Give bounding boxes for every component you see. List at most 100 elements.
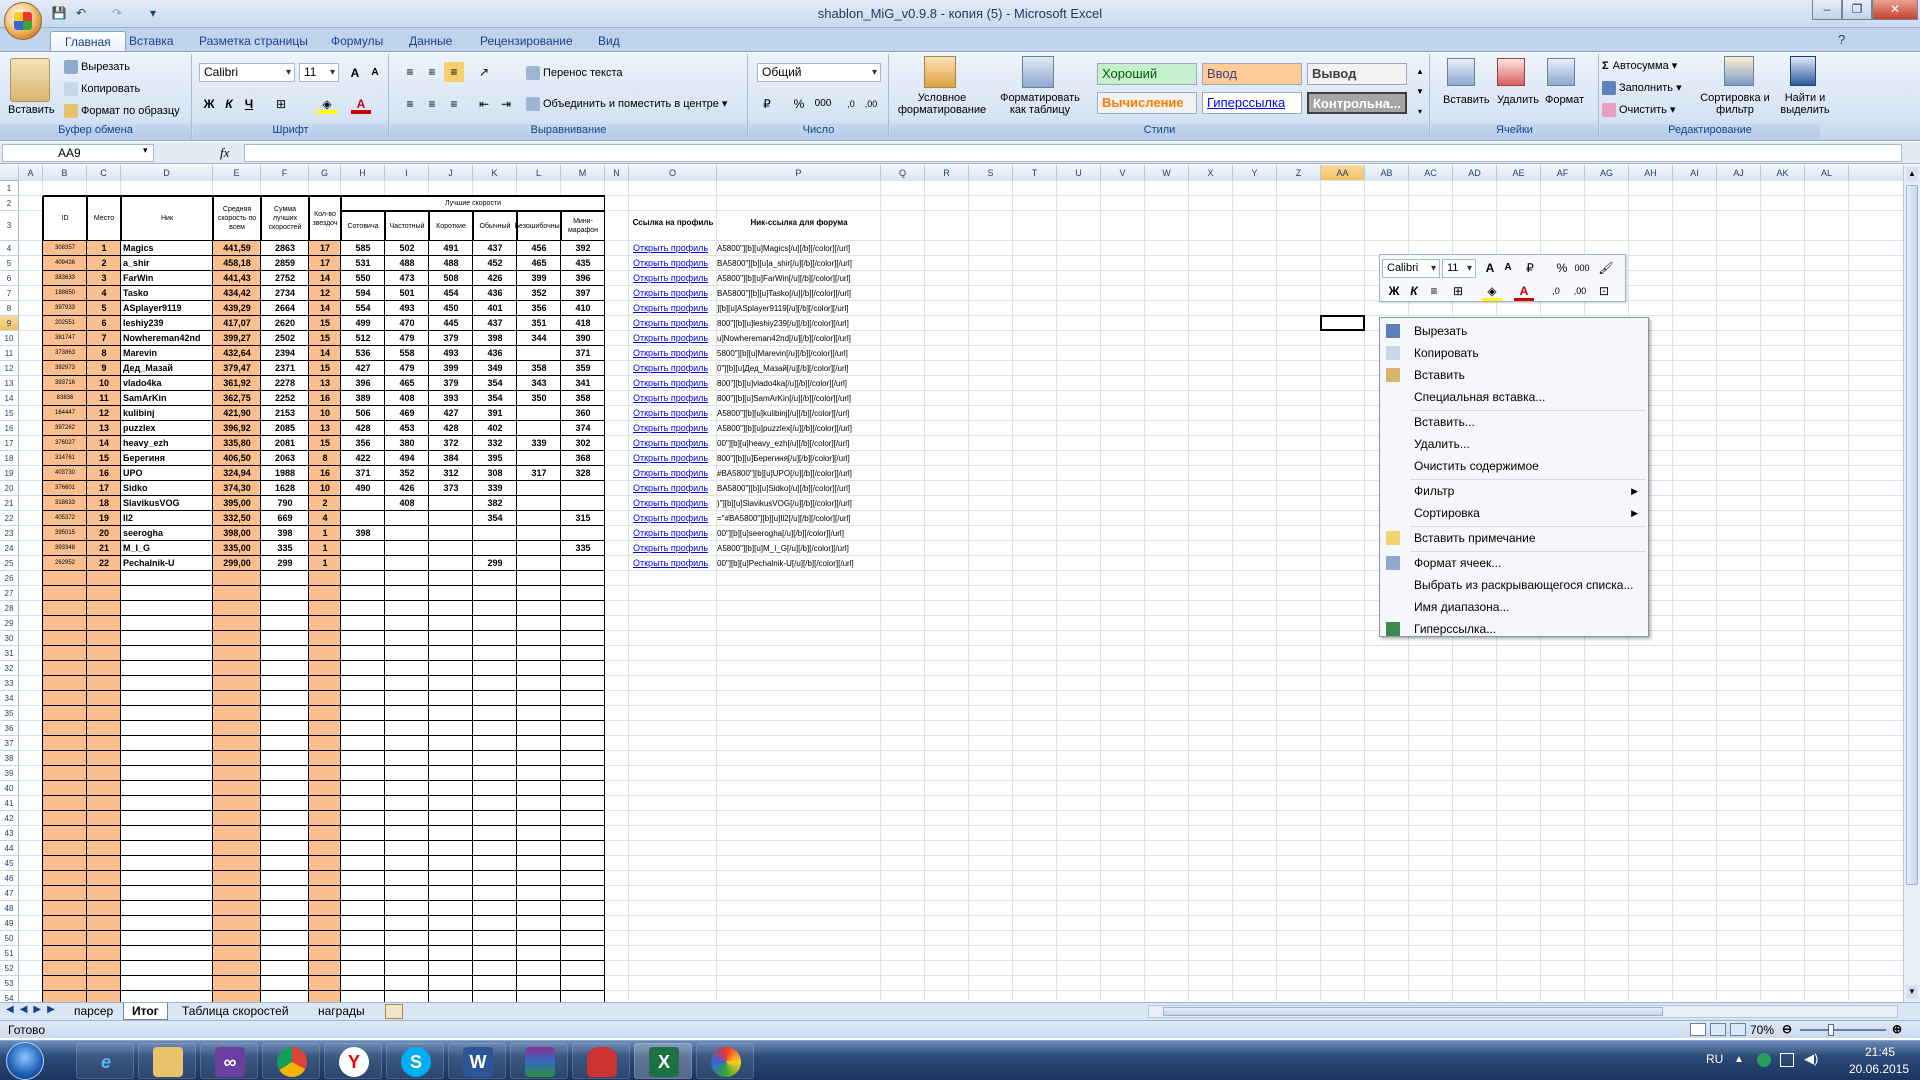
cell-speed[interactable] <box>561 556 605 571</box>
align-left-icon[interactable]: ≡ <box>400 94 420 114</box>
select-all-corner[interactable] <box>0 165 19 181</box>
row-header[interactable]: 15 <box>0 406 19 421</box>
row-header[interactable]: 23 <box>0 526 19 541</box>
cell-avg[interactable]: 335,80 <box>213 436 261 451</box>
cell-speed[interactable]: 390 <box>561 331 605 346</box>
sort-filter-button[interactable]: Сортировка и фильтр <box>1696 92 1774 116</box>
cell-sum[interactable]: 2620 <box>261 316 309 331</box>
cell-speed[interactable]: 398 <box>341 526 385 541</box>
cell-forum-nick[interactable]: )"][b][u]SlavikusVOG[/u][/b][/color][/ur… <box>717 496 881 511</box>
copy-button[interactable]: Копировать <box>64 82 140 96</box>
zoom-level[interactable]: 70% <box>1750 1023 1774 1037</box>
cell-speed[interactable]: 473 <box>385 271 429 286</box>
fill-color-icon[interactable]: ◈ <box>317 94 337 114</box>
cell-speed[interactable]: 393 <box>429 391 473 406</box>
clear-button[interactable]: Очистить ▾ <box>1602 103 1675 118</box>
row-header[interactable]: 30 <box>0 631 19 646</box>
cell-speed[interactable]: 382 <box>473 496 517 511</box>
cell-nick[interactable]: Magics <box>123 241 213 256</box>
cell-speed[interactable] <box>385 526 429 541</box>
minimize-button[interactable]: – <box>1812 0 1842 20</box>
close-button[interactable]: ✕ <box>1872 0 1918 20</box>
cell-speed[interactable] <box>561 481 605 496</box>
cell-profile-link[interactable]: Открыть профиль <box>633 301 717 316</box>
cell-speed[interactable]: 558 <box>385 346 429 361</box>
cell-place[interactable]: 1 <box>87 241 121 256</box>
cell-speed[interactable] <box>429 541 473 556</box>
cell-avg[interactable]: 421,90 <box>213 406 261 421</box>
cell-stars[interactable]: 15 <box>309 436 341 451</box>
cell-speed[interactable]: 512 <box>341 331 385 346</box>
row-header[interactable]: 51 <box>0 946 19 961</box>
header-id[interactable]: ID <box>43 196 87 241</box>
table-row-line[interactable] <box>43 705 605 706</box>
column-header[interactable]: R <box>925 165 969 181</box>
cell-speed[interactable]: 360 <box>561 406 605 421</box>
cell-forum-nick[interactable]: 800"][b][u]leshiy239[/u][/b][/color][/ur… <box>717 316 881 331</box>
paste-icon[interactable] <box>10 58 50 102</box>
row-header[interactable]: 31 <box>0 646 19 661</box>
cell-nick[interactable]: UPO <box>123 466 213 481</box>
decrease-indent-icon[interactable]: ⇤ <box>474 94 494 114</box>
column-header[interactable]: B <box>43 165 87 181</box>
cell-speed[interactable]: 354 <box>473 511 517 526</box>
column-header[interactable]: U <box>1057 165 1101 181</box>
cell-speed[interactable]: 494 <box>385 451 429 466</box>
cell-speed[interactable]: 450 <box>429 301 473 316</box>
taskbar-vs[interactable]: ∞ <box>200 1043 258 1079</box>
fill-button[interactable]: Заполнить ▾ <box>1602 81 1682 96</box>
cell-place[interactable]: 10 <box>87 376 121 391</box>
column-header[interactable]: I <box>385 165 429 181</box>
row-header[interactable]: 53 <box>0 976 19 991</box>
cell-sum[interactable]: 2278 <box>261 376 309 391</box>
cell-place[interactable]: 13 <box>87 421 121 436</box>
mini-font-color-icon[interactable]: A <box>1514 281 1534 301</box>
taskbar-racing-game[interactable] <box>572 1043 630 1079</box>
context-menu-item[interactable]: Очистить содержимое <box>1380 456 1648 476</box>
cell-avg[interactable]: 458,18 <box>213 256 261 271</box>
mini-shrink-font-icon[interactable]: A <box>1498 258 1518 278</box>
delete-cells-button[interactable]: Удалить <box>1497 94 1539 106</box>
align-center-icon[interactable]: ≡ <box>422 94 442 114</box>
row-header[interactable]: 50 <box>0 931 19 946</box>
zoom-out-icon[interactable]: ⊖ <box>1782 1022 1792 1036</box>
cell-speed[interactable]: 354 <box>473 391 517 406</box>
header-sum-best[interactable]: Сумма лучших скоростей <box>261 196 309 241</box>
cell-nick[interactable]: seerogha <box>123 526 213 541</box>
cell-nick[interactable]: ASplayer9119 <box>123 301 213 316</box>
cell-id[interactable]: 308357 <box>43 241 87 256</box>
row-header[interactable]: 9 <box>0 316 19 331</box>
align-top-icon[interactable]: ≡ <box>400 62 420 82</box>
font-name-select[interactable]: Calibri <box>199 63 295 82</box>
cell-speed[interactable]: 508 <box>429 271 473 286</box>
cell-profile-link[interactable]: Открыть профиль <box>633 511 717 526</box>
tab-formulas[interactable]: Формулы <box>317 31 397 52</box>
column-header[interactable]: C <box>87 165 121 181</box>
cell-speed[interactable]: 536 <box>341 346 385 361</box>
cell-speed[interactable]: 350 <box>517 391 561 406</box>
cell-speed[interactable]: 470 <box>385 316 429 331</box>
cell-profile-link[interactable]: Открыть профиль <box>633 421 717 436</box>
cell-stars[interactable]: 2 <box>309 496 341 511</box>
cell-stars[interactable]: 1 <box>309 556 341 571</box>
column-header[interactable]: W <box>1145 165 1189 181</box>
borders-icon[interactable]: ⊞ <box>271 94 291 114</box>
cell-sum[interactable]: 335 <box>261 541 309 556</box>
row-header[interactable]: 16 <box>0 421 19 436</box>
cell-speed[interactable] <box>385 511 429 526</box>
cell-forum-nick[interactable]: A5800"][b][u]kulibinj[/u][/b][/color][/u… <box>717 406 881 421</box>
zoom-slider[interactable] <box>1800 1029 1886 1031</box>
header-profile-link[interactable]: Ссылка на профиль <box>629 215 717 230</box>
cell-sum[interactable]: 2371 <box>261 361 309 376</box>
taskbar-chrome[interactable] <box>262 1043 320 1079</box>
normal-view-icon[interactable] <box>1690 1023 1706 1036</box>
row-header[interactable]: 19 <box>0 466 19 481</box>
column-header[interactable]: X <box>1189 165 1233 181</box>
cell-speed[interactable]: 371 <box>341 466 385 481</box>
cell-speed[interactable]: 554 <box>341 301 385 316</box>
cell-stars[interactable]: 15 <box>309 331 341 346</box>
scroll-up-icon[interactable]: ▲ <box>1906 167 1918 181</box>
font-size-select[interactable]: 11 <box>299 63 339 82</box>
cell-stars[interactable]: 14 <box>309 271 341 286</box>
cell-speed[interactable] <box>517 496 561 511</box>
